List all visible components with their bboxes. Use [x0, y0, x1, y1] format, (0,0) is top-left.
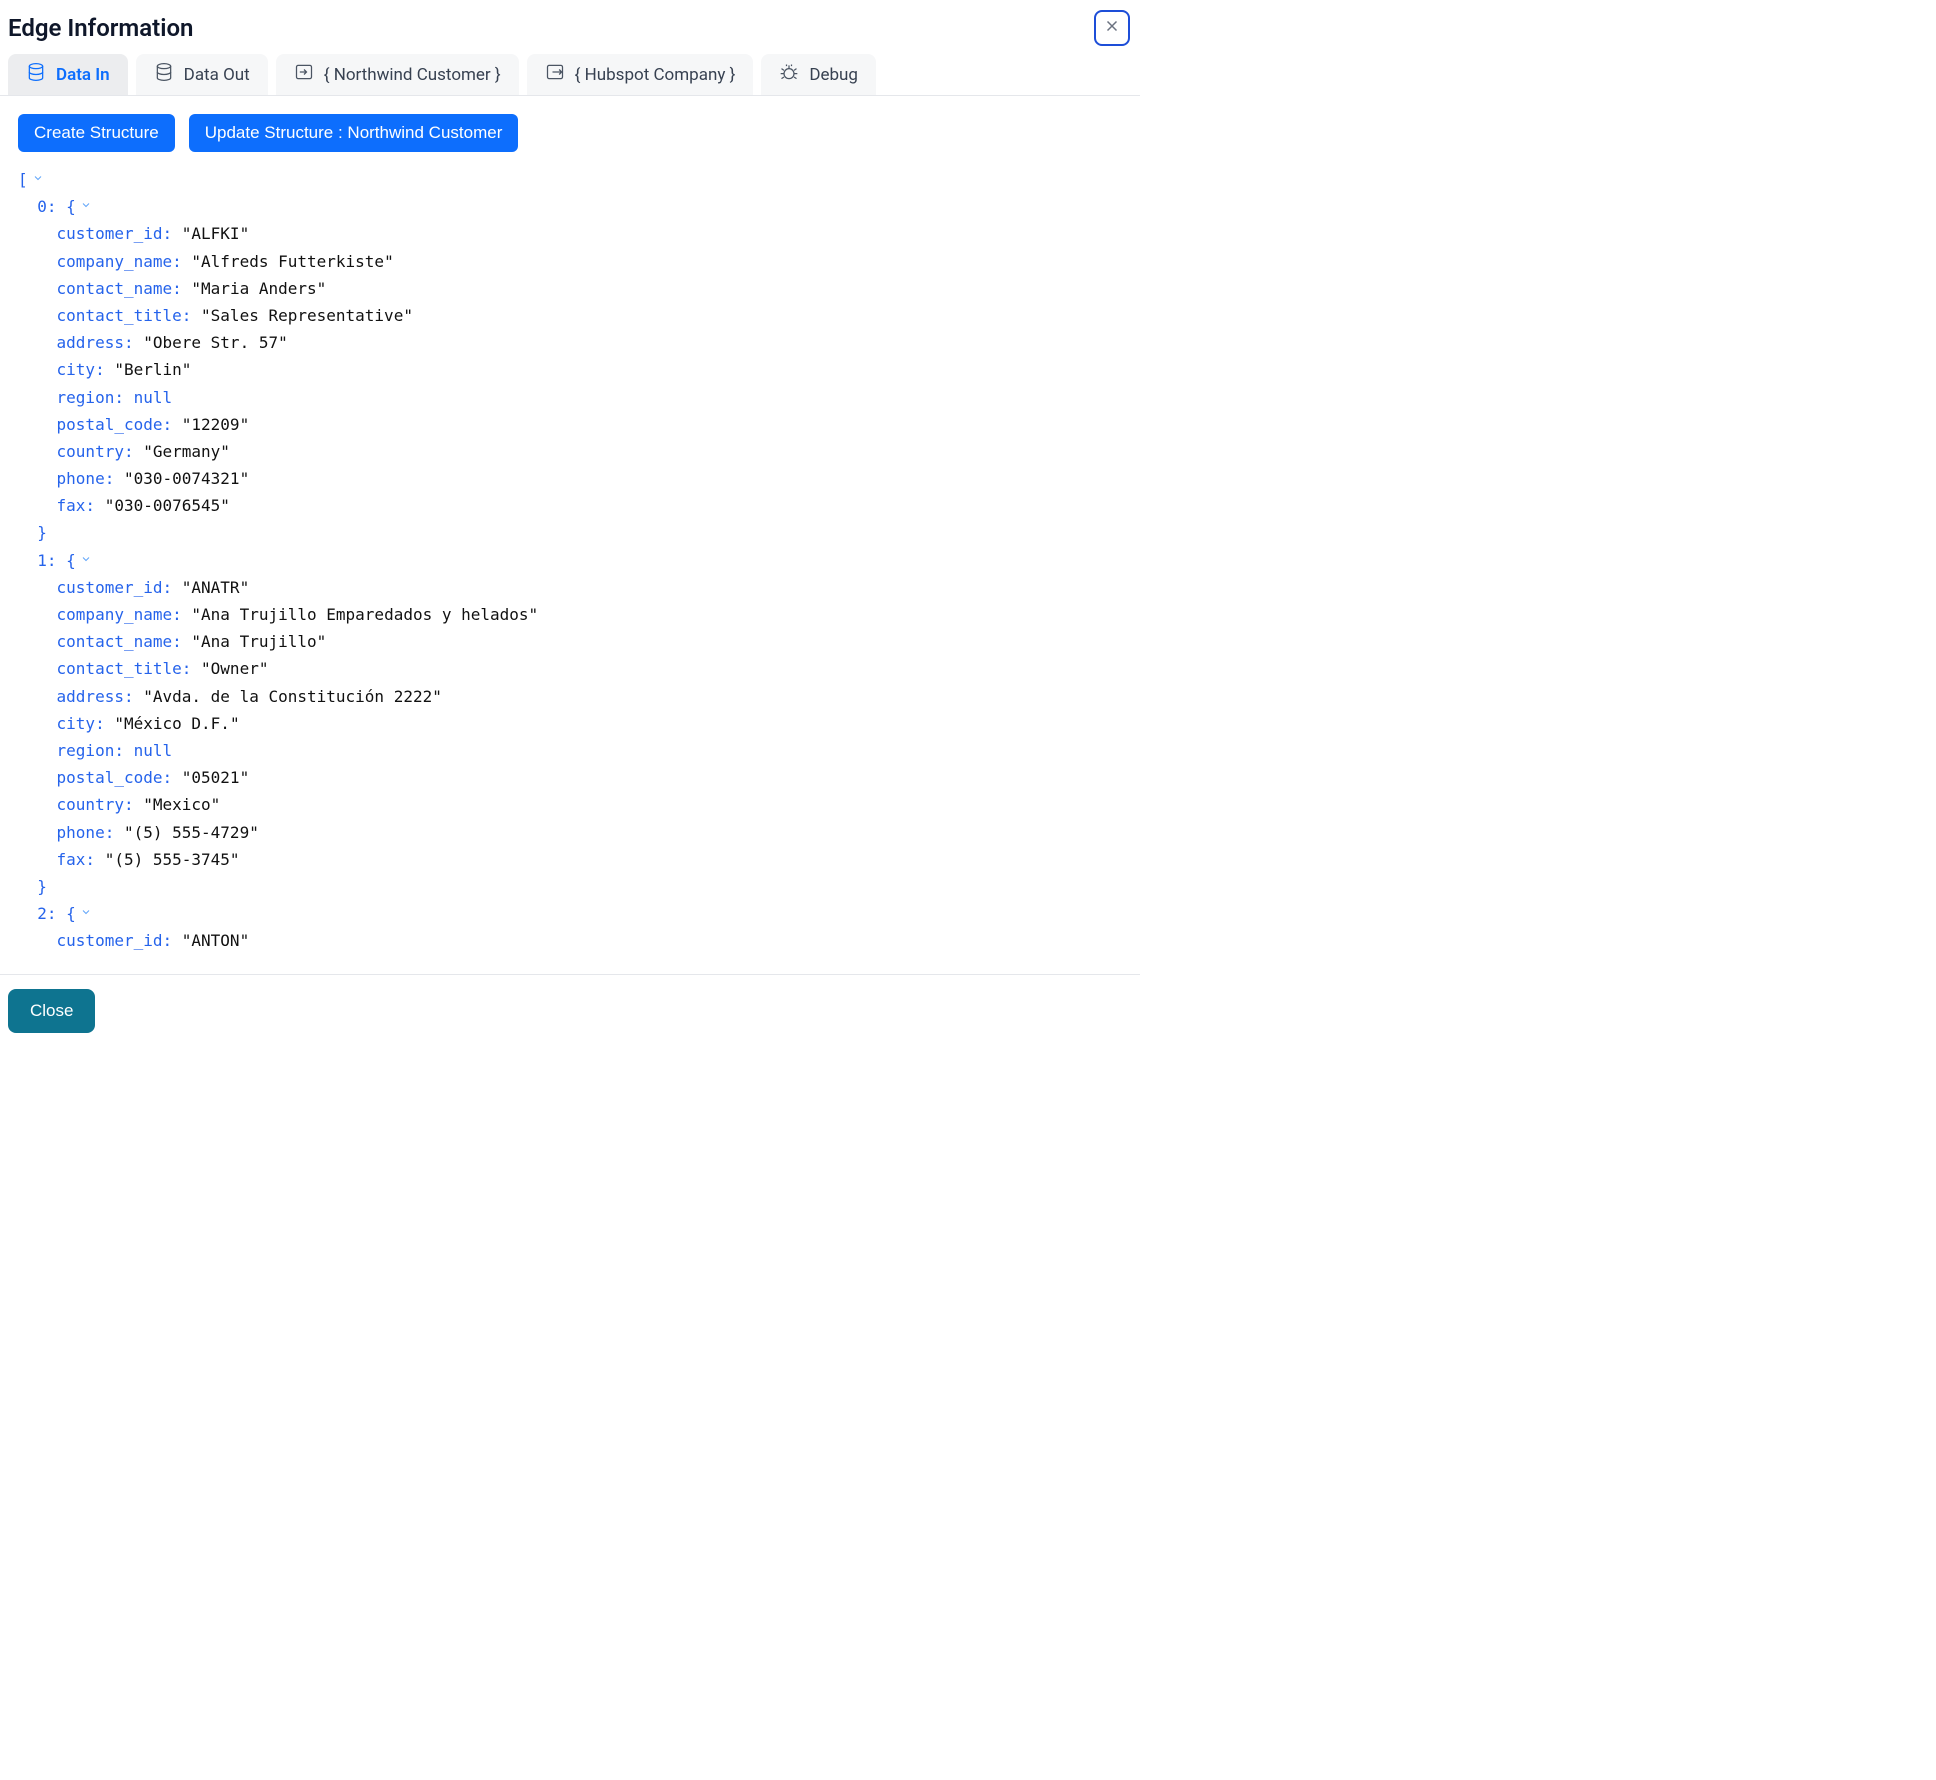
close-icon [1103, 17, 1121, 40]
json-viewer[interactable]: [ 0: { customer_id: "ALFKI" company_name… [18, 166, 1122, 953]
tab-debug[interactable]: Debug [761, 54, 876, 95]
db-icon [154, 62, 174, 87]
out-icon [545, 62, 565, 87]
tab-data-in[interactable]: Data In [8, 54, 128, 95]
tab-label: Debug [809, 65, 858, 85]
in-icon [294, 62, 314, 87]
tab-label: { Hubspot Company } [575, 65, 736, 85]
bug-icon [779, 62, 799, 87]
tab-label: Data Out [184, 65, 250, 85]
tab-northwind[interactable]: { Northwind Customer } [276, 54, 519, 95]
tab-label: Data In [56, 65, 110, 85]
panel-body: Create Structure Update Structure : Nort… [0, 96, 1140, 961]
close-button[interactable]: Close [8, 989, 95, 1033]
create-structure-button[interactable]: Create Structure [18, 114, 175, 152]
tab-bar: Data In Data Out { Northwind Customer } { H… [0, 48, 1140, 96]
tab-hubspot[interactable]: { Hubspot Company } [527, 54, 754, 95]
db-icon [26, 62, 46, 87]
page-title: Edge Information [8, 14, 193, 42]
tab-data-out[interactable]: Data Out [136, 54, 268, 95]
close-icon-button[interactable] [1094, 10, 1130, 46]
tab-label: { Northwind Customer } [324, 65, 501, 85]
update-structure-button[interactable]: Update Structure : Northwind Customer [189, 114, 519, 152]
